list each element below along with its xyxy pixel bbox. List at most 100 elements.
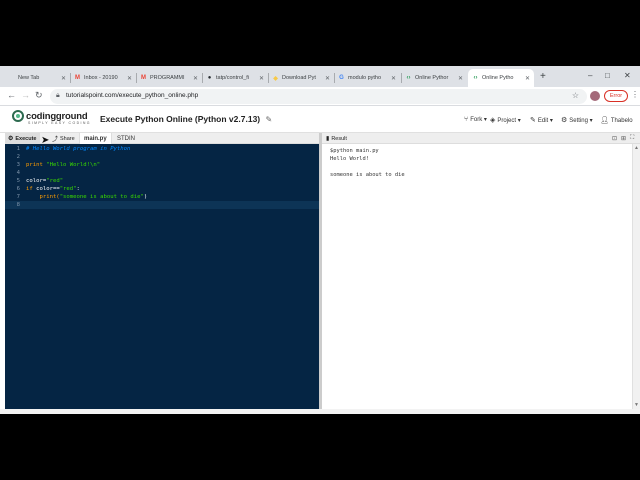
output-line: Hello World! <box>330 156 369 162</box>
code-line[interactable]: 6 if color=="red": <box>5 185 319 193</box>
code-text[interactable]: print "Hello World!\n" <box>26 161 100 169</box>
tab-main-py[interactable]: main.py <box>79 133 112 144</box>
browser-tab[interactable]: New Tab ✕ <box>4 69 70 87</box>
edit-icon: ✎ <box>530 117 536 124</box>
menu-setting[interactable]: ⚙ Setting ▾ <box>561 116 593 124</box>
url-text[interactable]: tutorialspoint.com/execute_python_online… <box>66 92 198 99</box>
code-line[interactable]: 4 <box>5 169 319 177</box>
code-text[interactable]: # Hello World program in Python <box>26 145 130 153</box>
line-number: 8 <box>16 202 20 208</box>
menu-label: Project <box>497 118 517 124</box>
menu-label: Fork <box>470 117 483 123</box>
code-editor[interactable]: 1 # Hello World program in Python 2 3 print … <box>5 144 319 409</box>
share-button[interactable]: ⤴ Share <box>49 133 78 144</box>
scroll-down-icon[interactable]: ▼ <box>634 402 639 408</box>
menu-label: Setting <box>569 118 588 124</box>
tab-close-icon[interactable]: ✕ <box>325 75 330 82</box>
menu-label: Thabelo <box>610 118 633 124</box>
menu-thabelo[interactable]: 👤︎ Thabelo <box>600 116 633 124</box>
editor-toolbar: ⚙ Execute ⤴ Share main.py STDIN ➤ <box>5 133 319 146</box>
maximize-window-icon[interactable]: □ <box>605 71 610 80</box>
code-text[interactable]: color="red" <box>26 177 63 185</box>
lock-icon[interactable]: 🔒︎ <box>56 92 60 100</box>
tab-favicon-icon: ‹› <box>473 75 478 81</box>
code-text[interactable]: print("someone is about to die") <box>26 193 147 201</box>
browser-tab[interactable]: ‹› Online Pytho ✕ <box>468 69 534 87</box>
profile-avatar[interactable] <box>590 91 600 101</box>
back-icon[interactable]: ← <box>7 90 16 100</box>
code-token: print( <box>26 194 60 200</box>
minimize-pane-icon[interactable]: ⊡ <box>612 135 617 142</box>
code-line[interactable]: 2 <box>5 153 319 161</box>
navigation-bar: ← → ↻ 🔒︎ tutorialspoint.com/execute_pyth… <box>0 87 640 106</box>
tab-close-icon[interactable]: ✕ <box>525 75 530 82</box>
reload-icon[interactable]: ↻ <box>35 90 43 101</box>
tab-close-icon[interactable]: ✕ <box>259 75 264 82</box>
code-line[interactable]: 1 # Hello World program in Python <box>5 145 319 153</box>
tab-favicon-icon: ◆ <box>273 75 278 82</box>
execute-label: Execute <box>15 135 37 142</box>
menu-edit[interactable]: ✎ Edit ▾ <box>530 116 553 124</box>
browser-menu-icon[interactable]: ⋮ <box>631 90 639 99</box>
result-title: ▮ Result <box>326 135 347 142</box>
chevron-down-icon: ▾ <box>516 118 521 124</box>
expand-pane-icon[interactable]: ⛶ <box>630 135 634 142</box>
bookmark-star-icon[interactable]: ☆ <box>572 91 579 100</box>
result-icon: ▮ <box>326 136 330 142</box>
code-token: if <box>26 186 37 192</box>
code-line[interactable]: 5 color="red" <box>5 177 319 185</box>
page-title: Execute Python Online (Python v2.7.13) ✎ <box>100 114 272 124</box>
code-token: color== <box>36 186 60 192</box>
tab-label: modulo pytho <box>348 75 382 81</box>
forward-icon[interactable]: → <box>21 90 30 100</box>
browser-tab[interactable]: M Inbox - 20190 ✕ <box>70 69 136 87</box>
tab-separator <box>136 73 137 83</box>
fork-icon: ⑂ <box>464 116 469 123</box>
tab-separator <box>202 73 203 83</box>
browser-tab[interactable]: ◆ Download Pyt ✕ <box>268 69 334 87</box>
menu-label: Edit <box>537 118 549 124</box>
share-label: Share <box>60 135 75 142</box>
share-icon: ⤴ <box>52 137 59 143</box>
code-line[interactable]: 7 print("someone is about to die") <box>5 193 319 201</box>
address-bar[interactable]: 🔒︎ tutorialspoint.com/execute_python_onl… <box>50 89 587 104</box>
tab-stdin[interactable]: STDIN <box>113 133 139 144</box>
tab-close-icon[interactable]: ✕ <box>61 75 66 82</box>
browser-tab[interactable]: M PROGRAMMI ✕ <box>136 69 202 87</box>
code-token: # Hello World program in Python <box>26 146 131 152</box>
bottom-strip <box>0 409 640 414</box>
maximize-pane-icon[interactable]: ⊞ <box>621 135 626 142</box>
tab-close-icon[interactable]: ✕ <box>127 75 132 82</box>
menu-project[interactable]: ◈ Project ▾ <box>490 116 521 124</box>
browser-tab[interactable]: Gmodulo pytho ✕ <box>334 69 400 87</box>
profile-error-button[interactable]: Error <box>604 90 628 102</box>
browser-tab[interactable]: ‹› Online Pythor ✕ <box>401 69 467 87</box>
minimize-window-icon[interactable]: – <box>588 71 592 80</box>
execute-button[interactable]: ⚙ Execute <box>5 133 40 144</box>
edit-title-icon[interactable]: ✎ <box>266 115 273 124</box>
new-tab-icon[interactable]: + <box>540 71 546 82</box>
scroll-up-icon[interactable]: ▲ <box>634 145 639 151</box>
tab-separator <box>268 73 269 83</box>
line-number: 6 <box>16 186 20 192</box>
result-title-text: Result <box>331 136 347 142</box>
settings-icon: ⚙ <box>561 117 568 124</box>
code-line[interactable]: 3 print "Hello World!\n" <box>5 161 319 169</box>
menu-fork[interactable]: ⑂ Fork ▾ <box>464 116 487 123</box>
tab-label: Online Pythor <box>415 75 449 81</box>
chevron-down-icon: ▾ <box>587 118 593 124</box>
result-header: ▮ Result ⊡ ⊞ ⛶ <box>322 133 640 144</box>
user-icon: 👤︎ <box>600 117 609 124</box>
tab-close-icon[interactable]: ✕ <box>193 75 198 82</box>
output-line: $python main.py <box>330 148 379 154</box>
result-scrollbar[interactable]: ▲ ▼ <box>632 144 640 409</box>
tab-label: tatp/control_fi <box>216 75 250 81</box>
code-text[interactable]: if color=="red": <box>26 185 80 193</box>
code-token: ) <box>143 194 148 200</box>
code-line[interactable]: 8 <box>5 201 319 209</box>
gear-icon: ⚙ <box>8 136 14 142</box>
tab-close-icon[interactable]: ✕ <box>458 75 463 82</box>
browser-tab[interactable]: ● tatp/control_fi ✕ <box>202 69 268 87</box>
tab-close-icon[interactable]: ✕ <box>391 75 396 82</box>
close-window-icon[interactable]: ✕ <box>624 71 631 80</box>
